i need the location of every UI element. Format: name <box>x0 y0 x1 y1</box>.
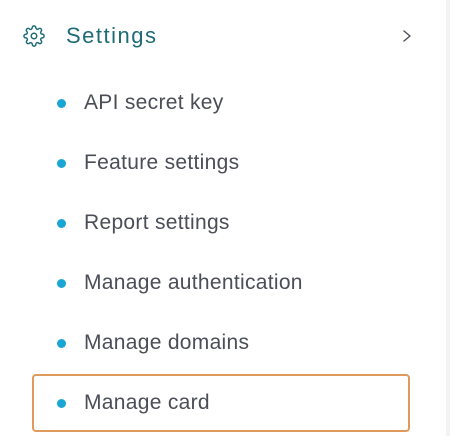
bullet-dot-icon <box>57 98 66 108</box>
submenu-item-manage-card[interactable]: Manage card <box>32 374 410 432</box>
submenu-item-label: Report settings <box>84 211 230 234</box>
submenu-item-manage-domains[interactable]: Manage domains <box>33 314 409 372</box>
bullet-dot-icon <box>57 278 66 288</box>
bullet-dot-icon <box>57 218 66 228</box>
bullet-dot-icon <box>57 338 66 348</box>
submenu-item-label: Manage domains <box>84 331 250 354</box>
submenu-item-label: API secret key <box>84 91 224 114</box>
settings-title: Settings <box>66 23 158 48</box>
submenu-item-label: Manage authentication <box>84 271 303 294</box>
submenu-item-label: Manage card <box>84 391 210 414</box>
submenu-item-label: Feature settings <box>84 151 240 174</box>
settings-menu-header[interactable]: Settings <box>20 14 420 58</box>
submenu-item-manage-authentication[interactable]: Manage authentication <box>33 254 409 312</box>
submenu-item-api-secret-key[interactable]: API secret key <box>33 74 409 132</box>
submenu-item-report-settings[interactable]: Report settings <box>33 194 409 252</box>
gear-icon <box>22 24 46 48</box>
bullet-dot-icon <box>57 398 66 408</box>
bullet-dot-icon <box>57 158 66 168</box>
chevron-right-icon[interactable] <box>400 28 414 44</box>
submenu-item-feature-settings[interactable]: Feature settings <box>33 134 409 192</box>
sidebar-right-border <box>446 0 450 436</box>
